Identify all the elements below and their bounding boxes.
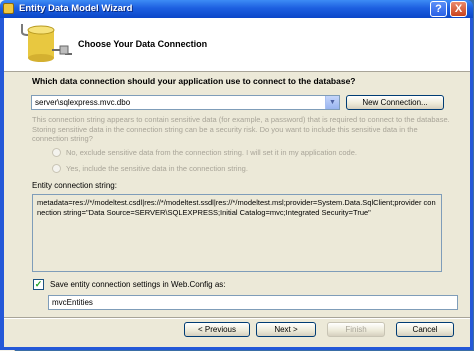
sensitive-data-info: This connection string appears to contai…: [32, 115, 450, 143]
footer-divider: [4, 317, 470, 319]
save-settings-label: Save entity connection settings in Web.C…: [50, 280, 226, 289]
help-button[interactable]: ?: [430, 1, 447, 17]
database-connection-icon: [21, 24, 72, 62]
include-sensitive-radio[interactable]: [52, 164, 61, 173]
wizard-icon: [3, 3, 14, 14]
cancel-button[interactable]: Cancel: [396, 322, 454, 337]
entity-connection-label: Entity connection string:: [32, 181, 117, 190]
window-title: Entity Data Model Wizard: [19, 3, 133, 14]
wizard-window: Entity Data Model Wizard ? X Choose Your…: [0, 0, 473, 350]
finish-button[interactable]: Finish: [327, 322, 385, 337]
save-settings-checkbox[interactable]: ✓: [33, 279, 44, 290]
chevron-down-icon[interactable]: ▼: [325, 96, 339, 109]
new-connection-button[interactable]: New Connection...: [346, 95, 444, 110]
next-button[interactable]: Next >: [256, 322, 316, 337]
entities-name-input[interactable]: mvcEntities: [48, 295, 458, 310]
wizard-header: Choose Your Data Connection: [4, 18, 470, 72]
connection-question: Which data connection should your applic…: [32, 76, 356, 86]
page-title: Choose Your Data Connection: [78, 39, 208, 49]
connection-value: server\sqlexpress.mvc.dbo: [35, 98, 131, 107]
exclude-sensitive-radio[interactable]: [52, 148, 61, 157]
previous-button[interactable]: < Previous: [184, 322, 250, 337]
title-bar[interactable]: Entity Data Model Wizard ? X: [0, 0, 473, 18]
connection-dropdown[interactable]: server\sqlexpress.mvc.dbo ▼: [31, 95, 340, 110]
include-sensitive-label: Yes, include the sensitive data in the c…: [66, 164, 248, 173]
close-button[interactable]: X: [450, 1, 467, 17]
exclude-sensitive-label: No, exclude sensitive data from the conn…: [66, 148, 357, 157]
entity-connection-string[interactable]: metadata=res://*/modeltest.csdl|res://*/…: [32, 194, 442, 272]
dialog-body: Choose Your Data Connection Which data c…: [4, 18, 470, 347]
